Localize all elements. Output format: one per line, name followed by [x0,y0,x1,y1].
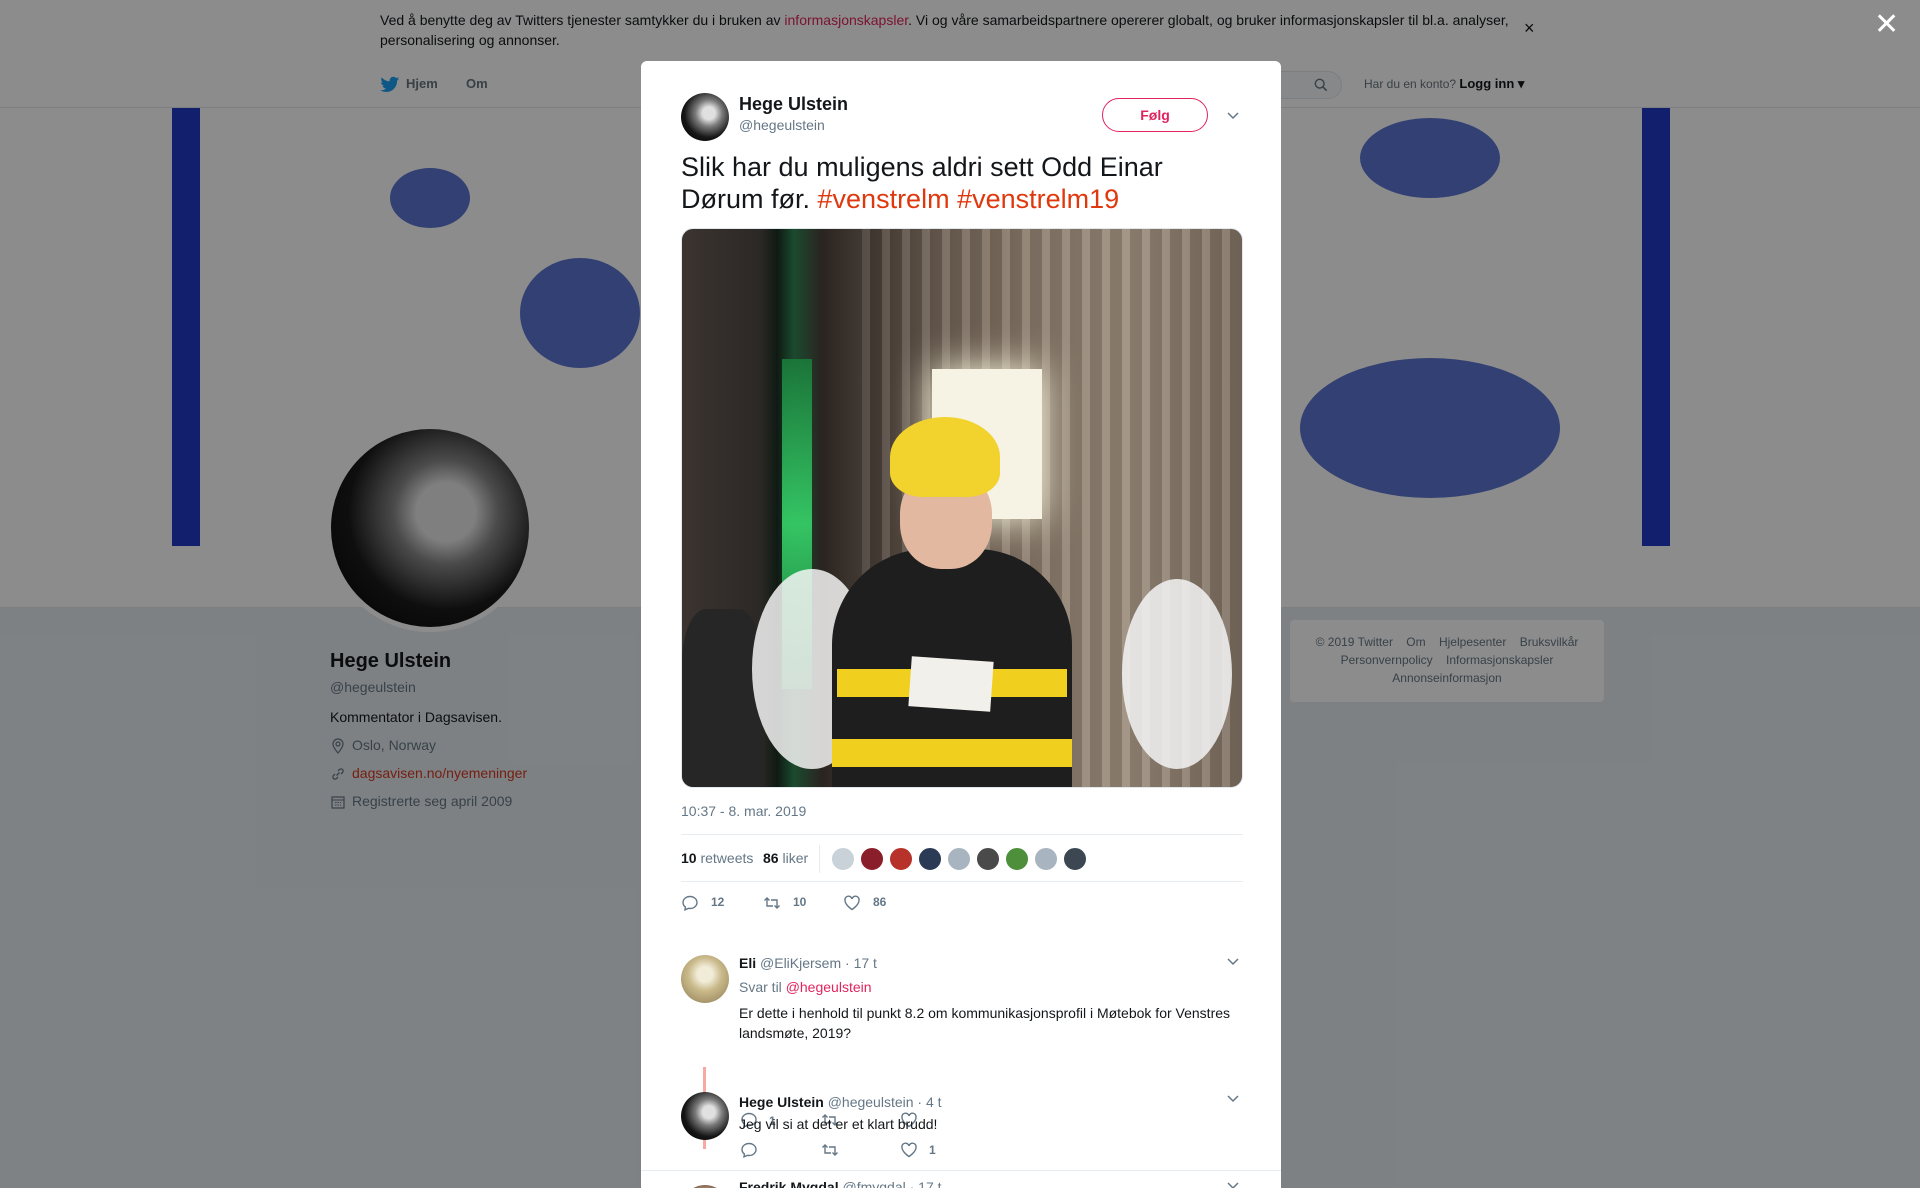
reply-icon[interactable] [740,1141,758,1159]
reply-to-handle[interactable]: @hegeulstein [786,979,872,995]
retweets-count: 10 [681,850,697,866]
photo-wing-right [1122,579,1232,769]
likes-label: liker [782,850,809,866]
heart-icon[interactable] [843,894,861,912]
reply-time[interactable]: · 4 t [917,1094,941,1110]
tweet-text: Slik har du muligens aldri sett Odd Eina… [681,151,1221,215]
heart-icon[interactable] [900,1141,918,1159]
retweet-count[interactable]: 10 [793,895,806,909]
reply-text: Er dette i henhold til punkt 8.2 om komm… [739,1005,1231,1041]
chevron-down-icon[interactable] [1226,1094,1240,1104]
likes-stat[interactable]: 86 liker [763,850,808,866]
liker-avatar[interactable] [976,847,1000,871]
photo-stripe [832,739,1072,767]
reply-to-label: Svar til [739,979,782,995]
retweet-icon[interactable] [763,894,781,912]
hashtag-venstrelm[interactable]: #venstrelm [818,184,950,214]
chevron-down-icon[interactable] [1226,1181,1240,1188]
chevron-down-icon[interactable] [1226,957,1240,967]
tweet-stats: 10 retweets 86 liker [681,834,1243,882]
photo-paper [908,656,994,712]
reply-tweet[interactable]: Eli @EliKjersem · 17 t Svar til @hegeuls… [681,955,1243,1065]
tweet-photo[interactable] [681,228,1243,788]
liker-avatar[interactable] [889,847,913,871]
photo-person-left [682,609,762,787]
liker-avatar[interactable] [1034,847,1058,871]
reply-icon[interactable] [681,894,699,912]
reply-author-handle[interactable]: @EliKjersem [760,955,841,971]
photo-bee-hat [890,417,1000,497]
reply-header: Hege Ulstein @hegeulstein · 4 t [739,1094,942,1110]
hashtag-venstrelm19[interactable]: #venstrelm19 [957,184,1119,214]
tweet-modal: Hege Ulstein @hegeulstein Følg Slik har … [641,61,1281,1188]
reply-text: Jeg vil si at det er et klart brudd! [739,1116,938,1132]
like-count[interactable]: 86 [873,895,886,909]
liker-avatar[interactable] [831,847,855,871]
reply-author-avatar[interactable] [681,1092,729,1140]
reply-author-handle[interactable]: @hegeulstein [828,1094,914,1110]
tweet-author-name[interactable]: Hege Ulstein [739,94,848,115]
reply-author-name[interactable]: Hege Ulstein [739,1094,824,1110]
reply-tweet[interactable]: Fredrik Mygdal @fmygdal · 17 t [681,1179,1243,1188]
follow-button[interactable]: Følg [1102,98,1208,132]
chevron-down-icon[interactable] [1226,111,1240,121]
reply-to-line: Svar til @hegeulstein [739,979,872,995]
tweet-author-handle[interactable]: @hegeulstein [739,117,825,133]
reply-header: Eli @EliKjersem · 17 t [739,955,877,971]
reply-count[interactable]: 12 [711,895,724,909]
overlay-close-button[interactable]: ✕ [1874,10,1899,40]
likes-count: 86 [763,850,779,866]
reply-author-name[interactable]: Fredrik Mygdal [739,1179,839,1188]
tweet-actions: 12 10 86 [681,891,1243,921]
liker-avatar[interactable] [947,847,971,871]
stats-divider [819,845,820,873]
retweets-label: retweets [700,850,754,866]
liker-avatar[interactable] [1005,847,1029,871]
retweet-icon[interactable] [821,1141,839,1159]
liker-avatar[interactable] [918,847,942,871]
reply-tweet[interactable]: Hege Ulstein @hegeulstein · 4 t Jeg vil … [681,1092,1243,1172]
reply-author-handle[interactable]: @fmygdal [842,1179,905,1188]
tweet-author-avatar[interactable] [681,93,729,141]
liker-avatar[interactable] [1063,847,1087,871]
retweets-stat[interactable]: 10 retweets [681,850,753,866]
reply-time[interactable]: · 17 t [845,955,877,971]
reply-author-avatar[interactable] [681,955,729,1003]
liker-avatar[interactable] [860,847,884,871]
tweet-timestamp[interactable]: 10:37 - 8. mar. 2019 [681,803,806,819]
reply-time[interactable]: · 17 t [910,1179,942,1188]
reply-like-count[interactable]: 1 [929,1143,936,1157]
reply-header: Fredrik Mygdal @fmygdal · 17 t [739,1179,942,1188]
reply-separator [641,1170,1281,1171]
reply-author-name[interactable]: Eli [739,955,756,971]
